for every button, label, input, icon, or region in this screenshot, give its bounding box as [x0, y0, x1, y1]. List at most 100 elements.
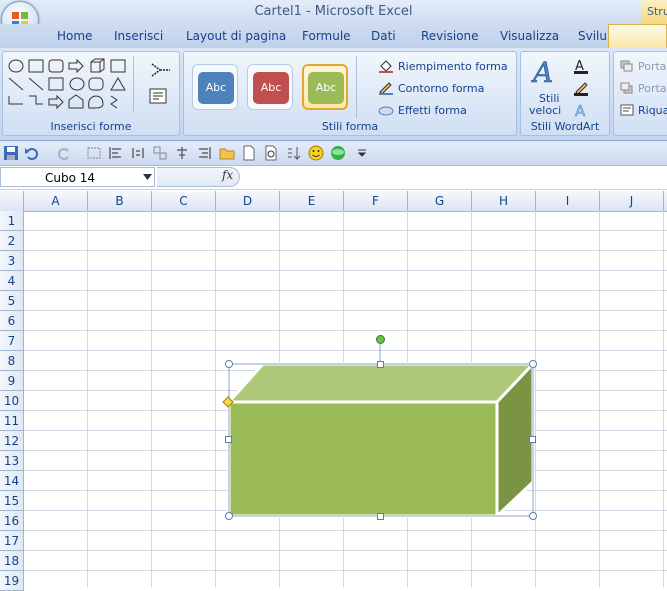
open-folder-icon[interactable]: [219, 145, 235, 161]
shapes-scroll[interactable]: [133, 56, 146, 112]
shape-effects-button[interactable]: Effetti forma: [398, 104, 467, 117]
green-orb-icon[interactable]: [330, 145, 346, 161]
shapes-gallery[interactable]: [7, 58, 131, 112]
text-outline-icon[interactable]: [573, 80, 593, 96]
edit-shape-icon[interactable]: [149, 60, 173, 80]
print-preview-icon[interactable]: [263, 145, 279, 161]
ribbon-tab-bar: Home Inserisci Layout di pagina Formule …: [0, 24, 667, 48]
formula-input[interactable]: [242, 167, 667, 187]
new-document-icon[interactable]: [241, 145, 257, 161]
rotation-handle[interactable]: [376, 335, 385, 344]
resize-handle-top[interactable]: [377, 361, 384, 368]
row-header[interactable]: 10: [0, 391, 24, 411]
paint-bucket-icon: [379, 60, 393, 73]
resize-handle-bottom-right[interactable]: [529, 512, 537, 520]
column-header[interactable]: D: [216, 191, 280, 211]
tab-visualizza[interactable]: Visualizza: [500, 29, 559, 43]
row-header[interactable]: 13: [0, 451, 24, 471]
chevron-down-icon[interactable]: [143, 174, 152, 180]
name-box[interactable]: Cubo 14: [0, 167, 155, 187]
undo-icon[interactable]: [24, 145, 40, 161]
tab-inserisci[interactable]: Inserisci: [114, 29, 163, 43]
save-icon[interactable]: [3, 145, 19, 161]
row-header[interactable]: 15: [0, 491, 24, 511]
resize-handle-right[interactable]: [529, 436, 536, 443]
row-header[interactable]: 1: [0, 211, 24, 231]
column-header[interactable]: F: [344, 191, 408, 211]
title-bar: Cartel1 - Microsoft Excel: [0, 0, 667, 24]
align-center-icon[interactable]: [174, 145, 190, 161]
shape-style-red[interactable]: Abc: [247, 64, 293, 110]
column-header[interactable]: A: [24, 191, 88, 211]
distribute-icon[interactable]: [130, 145, 146, 161]
column-header[interactable]: B: [88, 191, 152, 211]
text-fill-icon[interactable]: A: [573, 58, 593, 74]
smiley-icon[interactable]: [308, 145, 324, 161]
row-header[interactable]: 14: [0, 471, 24, 491]
align-right-icon[interactable]: [196, 145, 212, 161]
row-header[interactable]: 5: [0, 291, 24, 311]
tab-formato-active[interactable]: [608, 24, 667, 48]
align-left-icon[interactable]: [108, 145, 124, 161]
tab-formule[interactable]: Formule: [302, 29, 351, 43]
bring-front-button[interactable]: Porta: [638, 60, 667, 73]
name-box-value: Cubo 14: [45, 171, 96, 185]
tab-layout-di-pagina[interactable]: Layout di pagina: [186, 29, 286, 43]
group-wordart-styles: A Stili veloci A A Stili WordArt: [520, 51, 610, 136]
tab-home[interactable]: Home: [57, 29, 92, 43]
row-header[interactable]: 9: [0, 371, 24, 391]
customize-qat-chevron-icon[interactable]: [354, 145, 370, 161]
row-header[interactable]: 6: [0, 311, 24, 331]
cube-front-face: [227, 400, 499, 518]
resize-handle-bottom[interactable]: [377, 513, 384, 520]
shape-style-green-selected[interactable]: Abc: [302, 64, 348, 110]
row-header[interactable]: 8: [0, 351, 24, 371]
row-header[interactable]: 4: [0, 271, 24, 291]
svg-text:A: A: [575, 102, 586, 118]
text-box-icon[interactable]: [149, 88, 167, 104]
ungroup-icon[interactable]: [152, 145, 168, 161]
row-header[interactable]: 12: [0, 431, 24, 451]
shape-styles-scroll[interactable]: [356, 56, 371, 118]
quick-styles-label-2[interactable]: veloci: [529, 104, 561, 117]
column-header[interactable]: I: [536, 191, 600, 211]
sort-icon[interactable]: [286, 145, 302, 161]
column-header[interactable]: C: [152, 191, 216, 211]
align-button[interactable]: Riqua: [638, 104, 667, 117]
window-title: Cartel1 - Microsoft Excel: [254, 4, 413, 19]
shape-fill-button[interactable]: Riempimento forma: [398, 60, 508, 73]
column-header[interactable]: J: [600, 191, 664, 211]
wordart-a-icon: A: [531, 56, 554, 86]
group-icon[interactable]: [86, 145, 102, 161]
shape-style-blue[interactable]: Abc: [192, 64, 238, 110]
row-header[interactable]: 16: [0, 511, 24, 531]
ribbon: Inserisci forme Abc Abc Abc Riempimento …: [0, 48, 667, 141]
group-label-insert-shapes: Inserisci forme: [50, 120, 132, 133]
row-header[interactable]: 18: [0, 551, 24, 571]
tab-revisione[interactable]: Revisione: [421, 29, 479, 43]
row-header[interactable]: 17: [0, 531, 24, 551]
row-header[interactable]: 11: [0, 411, 24, 431]
resize-handle-top-left[interactable]: [225, 360, 233, 368]
row-header[interactable]: 3: [0, 251, 24, 271]
bring-front-icon: [620, 60, 633, 72]
insert-function-fx[interactable]: fx: [222, 168, 233, 182]
tab-dati[interactable]: Dati: [371, 29, 396, 43]
resize-handle-bottom-left[interactable]: [225, 512, 233, 520]
select-all-corner[interactable]: [0, 191, 24, 211]
context-tab-drawing-tools[interactable]: Stru: [641, 0, 667, 24]
cube-top-face: [227, 362, 535, 404]
row-header[interactable]: 7: [0, 331, 24, 351]
redo-icon[interactable]: [56, 145, 72, 161]
resize-handle-top-right[interactable]: [529, 360, 537, 368]
column-header[interactable]: H: [472, 191, 536, 211]
text-effects-icon[interactable]: A: [573, 102, 593, 118]
row-header[interactable]: 19: [0, 571, 24, 591]
row-header[interactable]: 2: [0, 231, 24, 251]
shape-style-blue-preview: Abc: [198, 72, 234, 104]
resize-handle-left[interactable]: [225, 436, 232, 443]
column-header[interactable]: G: [408, 191, 472, 211]
send-back-button[interactable]: Porta: [638, 82, 667, 95]
shape-outline-button[interactable]: Contorno forma: [398, 82, 484, 95]
column-header[interactable]: E: [280, 191, 344, 211]
